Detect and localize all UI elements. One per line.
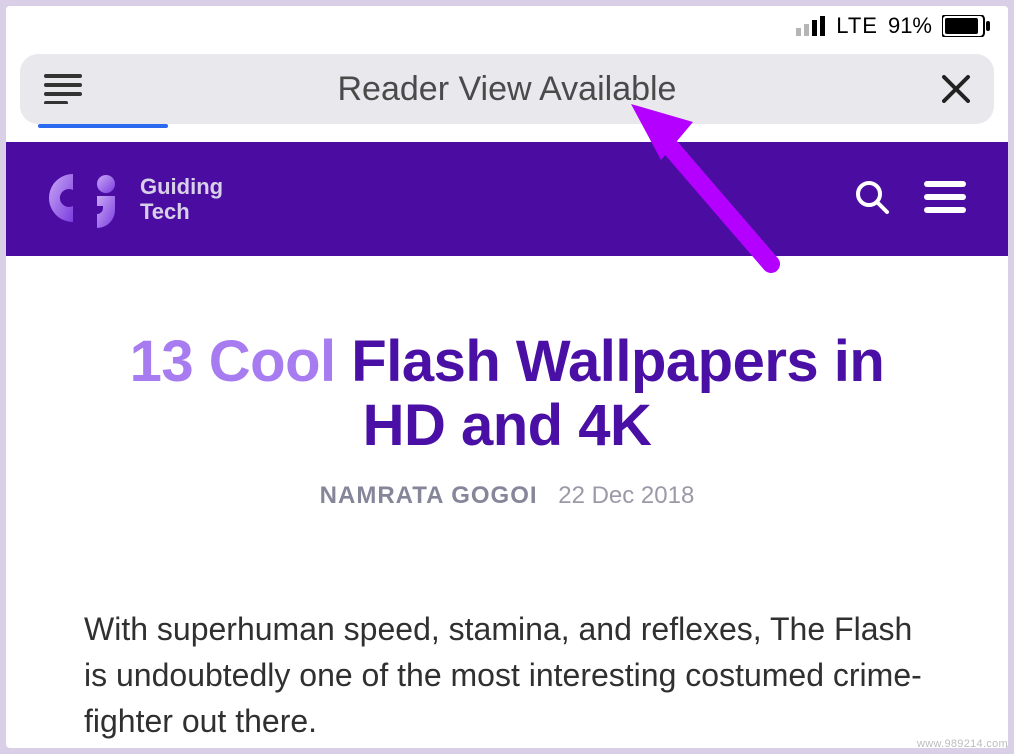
page-load-progress-fill: [38, 124, 168, 128]
battery-percent: 91%: [888, 13, 932, 39]
page-load-progress: [34, 124, 980, 128]
device-frame: LTE 91% Reader View Available: [6, 6, 1008, 748]
reader-view-icon[interactable]: [44, 74, 82, 104]
browser-toolbar: Reader View Available: [6, 46, 1008, 128]
site-name-line2: Tech: [140, 199, 223, 224]
menu-icon[interactable]: [924, 181, 966, 218]
article-meta: NAMRATA GOGOI 22 Dec 2018: [80, 482, 934, 510]
article-title: 13 Cool Flash Wallpapers in HD and 4K: [80, 330, 934, 458]
article-body: With superhuman speed, stamina, and refl…: [80, 606, 934, 745]
network-label: LTE: [836, 13, 878, 39]
site-brand[interactable]: Guiding Tech: [48, 170, 223, 228]
article-date: 22 Dec 2018: [558, 482, 694, 509]
search-icon[interactable]: [854, 179, 890, 220]
watermark: www.989214.com: [917, 738, 1008, 750]
signal-icon: [796, 16, 826, 36]
header-actions: [854, 179, 966, 220]
title-rest-line1: Flash Wallpapers in: [336, 329, 885, 394]
close-icon[interactable]: [942, 75, 970, 103]
article-author[interactable]: NAMRATA GOGOI: [320, 482, 538, 509]
site-name-line1: Guiding: [140, 174, 223, 199]
article: 13 Cool Flash Wallpapers in HD and 4K NA…: [6, 256, 1008, 745]
battery-icon: [942, 15, 990, 37]
title-line2: HD and 4K: [80, 394, 934, 458]
address-bar[interactable]: Reader View Available: [20, 54, 994, 124]
status-bar: LTE 91%: [6, 6, 1008, 46]
site-logo: [48, 170, 122, 228]
site-header: Guiding Tech: [6, 142, 1008, 256]
reader-view-label: Reader View Available: [338, 70, 677, 109]
site-name: Guiding Tech: [140, 174, 223, 225]
title-highlight: 13 Cool: [130, 329, 336, 394]
